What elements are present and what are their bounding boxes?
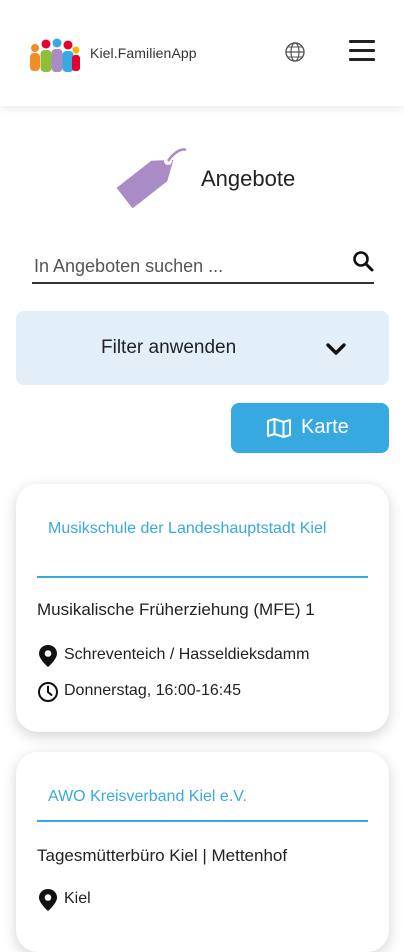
search-icon[interactable] bbox=[352, 250, 374, 272]
map-button[interactable]: Karte bbox=[231, 403, 389, 453]
location-pin-icon bbox=[39, 889, 57, 911]
clock-icon bbox=[38, 682, 58, 702]
offer-card[interactable]: Musikschule der Landeshauptstadt Kiel Mu… bbox=[16, 484, 389, 732]
price-tag-icon bbox=[116, 148, 187, 209]
location-pin-icon bbox=[39, 645, 57, 667]
chevron-down-icon bbox=[326, 343, 346, 355]
search-bar bbox=[32, 248, 374, 284]
offer-divider bbox=[37, 576, 368, 578]
search-input[interactable] bbox=[32, 252, 334, 280]
offer-card[interactable]: AWO Kreisverband Kiel e.V. Tagesmütterbü… bbox=[16, 752, 389, 952]
map-icon bbox=[267, 418, 291, 438]
offer-location-text: Kiel bbox=[64, 890, 91, 907]
filter-label: Filter anwenden bbox=[101, 337, 237, 358]
offer-title[interactable]: Musikalische Früherziehung (MFE) 1 bbox=[37, 600, 377, 620]
offer-location-text: Schreventeich / Hasseldieksdamm bbox=[64, 646, 310, 663]
family-logo-icon[interactable] bbox=[27, 35, 81, 75]
hamburger-menu-icon[interactable] bbox=[349, 40, 375, 62]
offer-divider bbox=[37, 820, 368, 822]
offer-title[interactable]: Tagesmütterbüro Kiel | Mettenhof bbox=[37, 846, 377, 866]
offer-provider[interactable]: Musikschule der Landeshauptstadt Kiel bbox=[48, 516, 348, 541]
offer-time-text: Donnerstag, 16:00-16:45 bbox=[64, 682, 242, 699]
offer-provider[interactable]: AWO Kreisverband Kiel e.V. bbox=[48, 784, 348, 809]
app-header: Kiel.FamilienApp bbox=[0, 0, 404, 106]
app-name: Kiel.FamilienApp bbox=[90, 45, 197, 61]
page-title: Angebote bbox=[201, 166, 296, 191]
filter-toggle[interactable]: Filter anwenden bbox=[16, 311, 389, 385]
globe-icon[interactable] bbox=[284, 41, 306, 63]
map-button-label: Karte bbox=[301, 416, 349, 438]
